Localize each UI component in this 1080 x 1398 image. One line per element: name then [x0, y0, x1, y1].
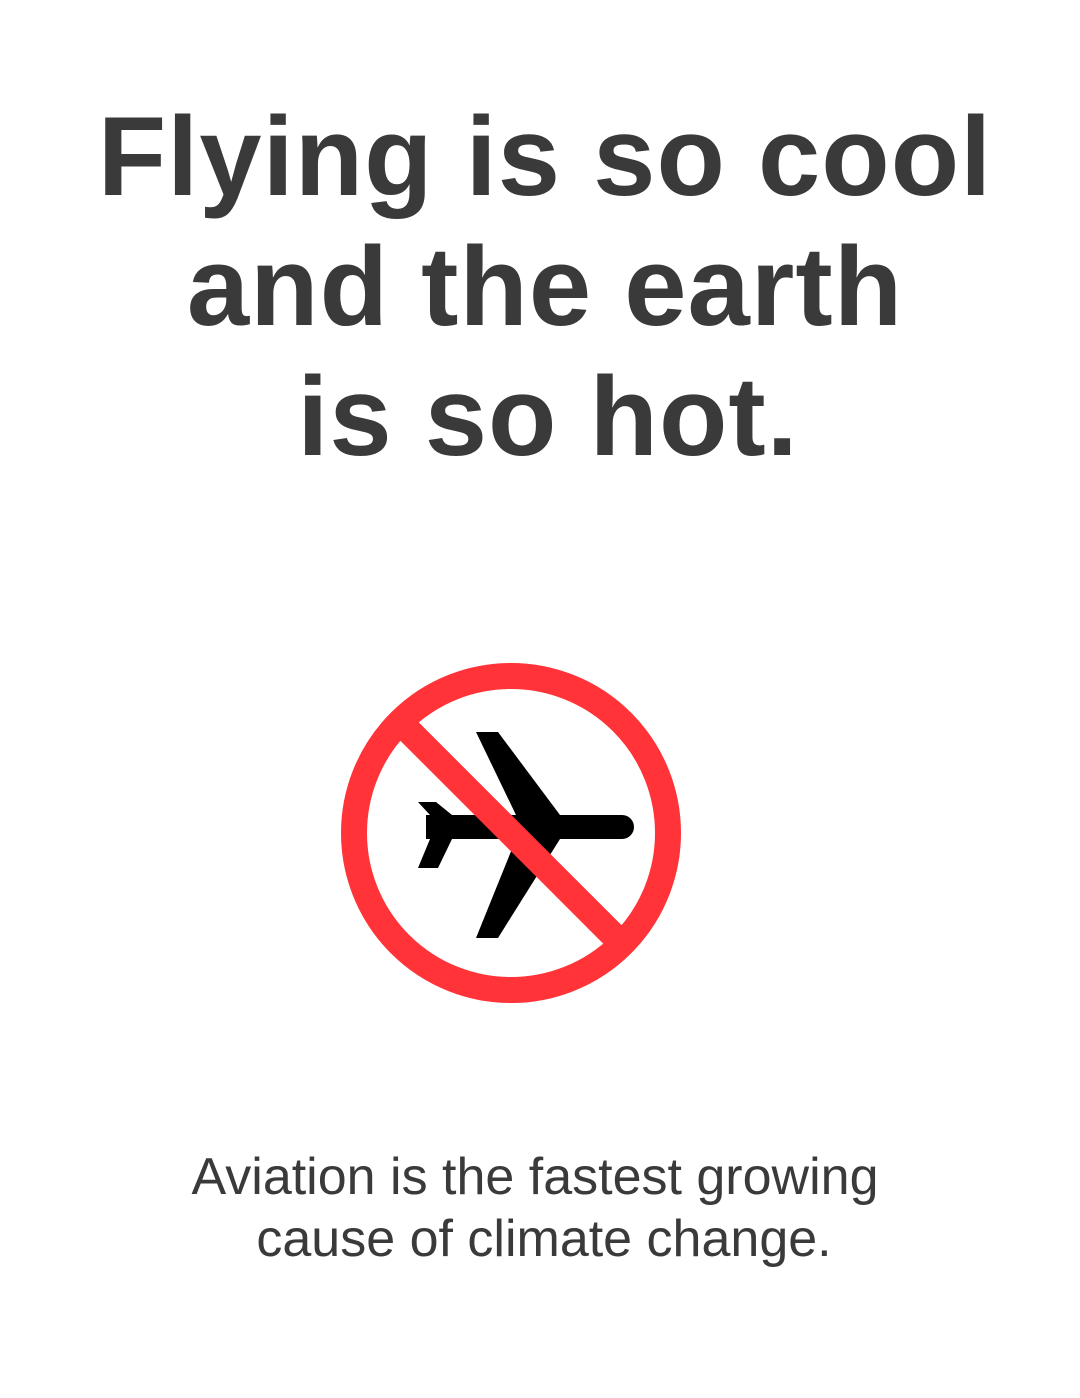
headline: Flying is so cool and the earth is so ho… — [0, 92, 1080, 482]
tagline-line-2: cause of climate change. — [256, 1210, 832, 1268]
no-flying-sign-graphic — [341, 663, 681, 1003]
tagline: Aviation is the fastest growing cause of… — [0, 1146, 1070, 1270]
headline-line-1: Flying is so cool — [97, 94, 993, 219]
poster: Flying is so cool and the earth is so ho… — [0, 0, 1080, 1398]
headline-line-2: and the earth — [186, 224, 904, 349]
headline-line-3: is so hot. — [297, 354, 799, 479]
no-flying-icon — [340, 662, 682, 1004]
tagline-line-1: Aviation is the fastest growing — [191, 1148, 879, 1206]
